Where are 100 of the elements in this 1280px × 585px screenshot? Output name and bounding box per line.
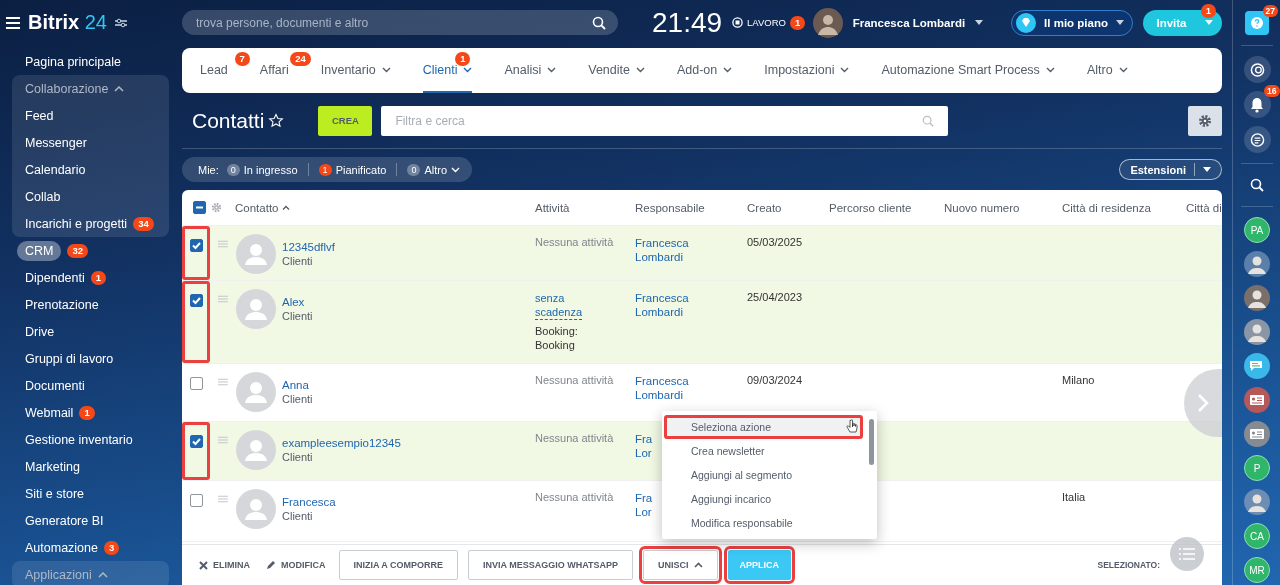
column-header[interactable]: Città di residenza [1062, 201, 1151, 214]
counter-filter[interactable]: 0 In ingresso [226, 163, 298, 176]
sidebar-item[interactable]: Dipendenti [25, 268, 85, 287]
responsible-link[interactable]: Fra Lor [635, 491, 653, 519]
column-header[interactable]: Nuovo numero [944, 201, 1020, 214]
contact-avatar[interactable] [1244, 319, 1270, 345]
create-button[interactable]: CREA [318, 105, 373, 136]
deadline-link[interactable]: senza scadenza [535, 291, 583, 320]
responsible-link[interactable]: Fra Lor [635, 432, 653, 460]
sidebar-item[interactable]: Prenotazione [25, 295, 99, 314]
filter-field[interactable]: Filtra e cerca [381, 105, 949, 136]
contact-card-icon[interactable] [1244, 387, 1270, 413]
sidebar-item[interactable]: Calendario [25, 160, 86, 179]
contact-name[interactable]: exampleesempio12345 [282, 437, 401, 449]
caret-icon [1204, 20, 1213, 25]
menu-icon[interactable] [6, 16, 20, 29]
row-checkbox[interactable] [189, 494, 203, 507]
sidebar-item[interactable]: Feed [25, 106, 54, 125]
sidebar-item[interactable]: CRM [17, 240, 62, 261]
work-status[interactable]: LAVORO [747, 17, 786, 28]
counters-label: Mie: [198, 163, 219, 176]
menu-item[interactable]: Crea newsletter [664, 439, 863, 463]
contact-name[interactable]: 12345dflvf [282, 241, 336, 253]
drag-handle-icon[interactable] [218, 295, 228, 303]
chevron-icon[interactable] [97, 571, 108, 578]
nav-tab[interactable]: Inventario [320, 48, 391, 93]
column-header[interactable]: Responsabile [635, 201, 705, 214]
sidebar-item[interactable]: Automazione [25, 538, 98, 557]
activity-button[interactable] [1243, 56, 1271, 83]
sidebar-item[interactable]: Gruppi di lavoro [25, 349, 114, 368]
drag-handle-icon[interactable] [218, 378, 228, 386]
responsible-link[interactable]: Francesca Lombardi [635, 291, 689, 319]
nav-tab[interactable]: Automazione Smart Process [881, 48, 1055, 93]
nav-tab[interactable]: Analisi [504, 48, 557, 93]
chevron-icon[interactable] [114, 85, 125, 92]
menu-group-header[interactable]: Collaborazione [25, 81, 109, 96]
menu-item[interactable]: Aggiungi al segmento [664, 463, 863, 487]
sort-icon[interactable] [282, 205, 291, 210]
responsible-link[interactable]: Francesca Lombardi [635, 236, 689, 264]
search-icon[interactable] [592, 16, 606, 30]
responsible-link[interactable]: Francesca Lombardi [635, 374, 689, 402]
settings-button[interactable] [1188, 105, 1222, 136]
extensions-button[interactable]: Estensioni [1119, 159, 1222, 180]
menu-item[interactable]: Modifica responsabile [664, 511, 863, 535]
contact-avatar[interactable] [1244, 285, 1270, 311]
nav-tab[interactable]: Vendite [588, 48, 645, 93]
page-title: Contatti [192, 108, 265, 133]
sidebar-item[interactable]: Webmail [25, 403, 74, 422]
sidebar-item[interactable]: Drive [25, 322, 55, 341]
sidebar-item[interactable]: Messenger [25, 133, 87, 152]
row-checkbox[interactable] [189, 294, 203, 307]
menu-item[interactable]: Aggiungi incarico [664, 487, 863, 511]
user-name[interactable]: Francesca Lombardi [852, 16, 966, 29]
list-icon [1249, 131, 1265, 148]
sidebar-item[interactable]: Collab [25, 187, 61, 206]
sidebar-item[interactable]: Pagina principale [25, 52, 121, 71]
user-avatar[interactable] [812, 7, 843, 38]
stop-icon[interactable] [732, 17, 744, 28]
caret-icon[interactable] [975, 20, 984, 25]
nav-tab[interactable]: Affari [259, 48, 289, 93]
sidebar-item[interactable]: Gestione inventario [25, 430, 133, 449]
contact-avatar[interactable] [1244, 251, 1270, 277]
nav-tab[interactable]: Impostazioni [764, 48, 850, 93]
counter-filter[interactable]: 0 Altro [407, 163, 461, 176]
plan-button[interactable]: Il mio piano [1011, 9, 1133, 36]
chat-icon[interactable] [1244, 353, 1270, 379]
column-header[interactable]: Creato [747, 201, 782, 214]
action-button[interactable]: INIZIA A COMPORRE [338, 550, 458, 580]
select-all-checkbox[interactable] [193, 201, 206, 214]
chat-list-button[interactable] [1243, 126, 1271, 153]
drag-handle-icon[interactable] [218, 240, 228, 248]
nav-tab[interactable]: Lead [200, 48, 228, 93]
contact-name[interactable]: Anna [282, 379, 309, 391]
sidebar-item[interactable]: Marketing [25, 457, 80, 476]
sidebar-item[interactable]: Incarichi e progetti [25, 214, 128, 233]
counter-filter[interactable]: 1 Pianificato [318, 163, 387, 176]
column-header[interactable]: Città di [1186, 201, 1222, 214]
column-header[interactable]: Percorso cliente [829, 201, 912, 214]
action-button[interactable]: INVIA MESSAGGIO WHATSAPP [468, 550, 633, 580]
drag-handle-icon[interactable] [218, 495, 228, 503]
drag-handle-icon[interactable] [218, 436, 228, 444]
column-header[interactable]: Contatto [235, 201, 279, 214]
row-checkbox[interactable] [189, 435, 203, 448]
search-icon[interactable] [1250, 178, 1264, 192]
contact-name[interactable]: Alex [282, 296, 305, 308]
column-header[interactable]: Attività [535, 201, 570, 214]
sidebar-item[interactable]: Generatore BI [25, 511, 104, 530]
star-icon[interactable] [268, 112, 285, 129]
row-checkbox[interactable] [189, 377, 203, 390]
sidebar-item[interactable]: Documenti [25, 376, 85, 395]
contact-card-icon[interactable] [1244, 421, 1270, 447]
avatar [236, 430, 276, 470]
row-checkbox[interactable] [189, 239, 203, 252]
nav-tab[interactable]: Altro [1086, 48, 1128, 93]
sidebar-item[interactable]: Siti e store [25, 484, 85, 503]
settings-icon[interactable] [114, 17, 127, 28]
nav-tab[interactable]: Add-on [676, 48, 733, 93]
contact-name[interactable]: Francesca [282, 496, 336, 508]
menu-item[interactable]: Seleziona azione [664, 415, 863, 439]
contact-avatar[interactable] [1244, 489, 1270, 515]
